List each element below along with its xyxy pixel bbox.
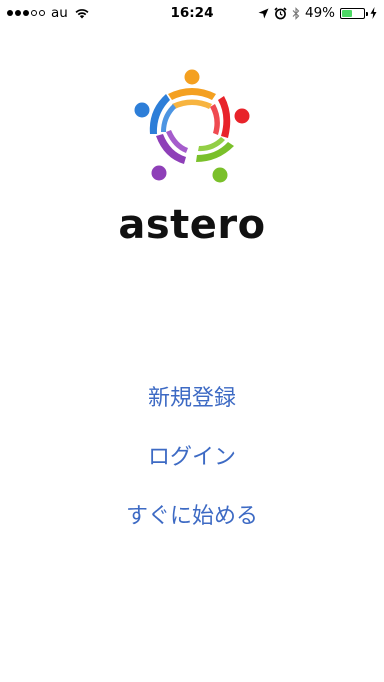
logo-figure-red: [210, 96, 250, 138]
battery-percent: 49%: [304, 5, 335, 21]
app-name: astero: [118, 202, 266, 248]
alarm-icon: [274, 6, 287, 19]
register-link[interactable]: 新規登録: [0, 380, 384, 412]
logo-figure-green: [196, 137, 234, 183]
astero-logo-icon: [134, 69, 250, 183]
battery-icon: [340, 7, 368, 19]
logo-figure-orange: [168, 69, 216, 109]
logo-figure-blue: [134, 94, 176, 134]
charging-bolt-icon: [370, 7, 377, 19]
location-arrow-icon: [258, 8, 269, 18]
battery-cap: [366, 11, 368, 16]
battery-fill: [342, 9, 353, 17]
status-bar: au 16:24 49%: [0, 0, 384, 26]
logo-figure-purple: [151, 130, 188, 181]
status-right: 49%: [258, 4, 377, 22]
app-screen: au 16:24 49% astero 新規登録 ログイン すぐに始める: [0, 0, 384, 682]
bluetooth-icon: [292, 6, 300, 20]
start-now-link[interactable]: すぐに始める: [0, 498, 384, 530]
login-link[interactable]: ログイン: [0, 439, 384, 471]
